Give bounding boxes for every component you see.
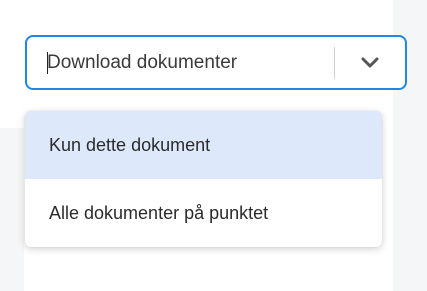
download-select[interactable]: Download dokumenter <box>25 35 407 90</box>
side-background-left <box>0 128 24 291</box>
select-value[interactable]: Download dokumenter <box>27 51 334 74</box>
select-value-text: Download dokumenter <box>47 51 238 73</box>
page: Download dokumenter Kun dette dokument A… <box>0 0 427 291</box>
menu-option-kun-dette-dokument[interactable]: Kun dette dokument <box>25 111 382 179</box>
chevron-down-icon <box>361 57 379 67</box>
dropdown-toggle-button[interactable] <box>335 37 405 88</box>
text-cursor <box>47 51 48 74</box>
menu-option-label: Kun dette dokument <box>49 134 211 155</box>
menu-option-label: Alle dokumenter på punktet <box>49 202 269 223</box>
menu-option-alle-dokumenter[interactable]: Alle dokumenter på punktet <box>25 179 382 247</box>
dropdown-menu: Kun dette dokument Alle dokumenter på pu… <box>25 111 382 247</box>
